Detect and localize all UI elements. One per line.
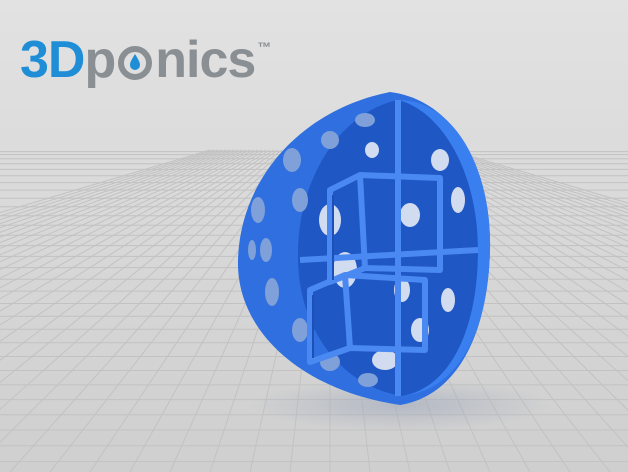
brand-logo: 3D p nics ™ [20, 31, 271, 89]
hydroponic-net-pot-sphere-icon [237, 92, 491, 405]
logo-text-p: p [84, 31, 116, 89]
logo-text-3d: 3D [20, 31, 85, 89]
render-scene: 3D p nics ™ [0, 0, 628, 472]
water-drop-icon [118, 46, 153, 80]
logo-text-nics: nics [155, 31, 256, 89]
trademark-symbol: ™ [257, 39, 271, 55]
